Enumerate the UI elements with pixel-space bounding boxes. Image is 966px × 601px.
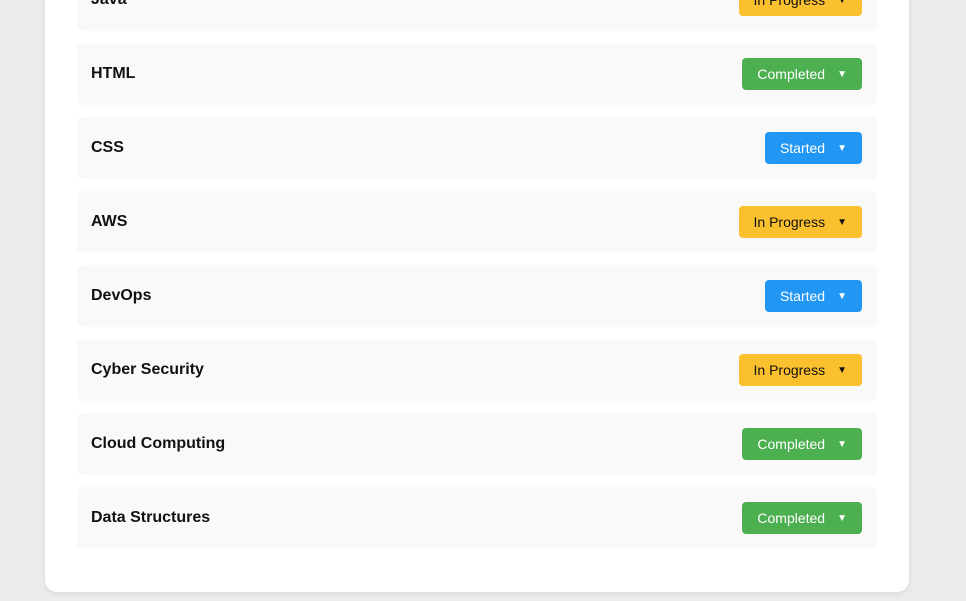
chevron-down-icon: ▼: [837, 438, 847, 450]
status-label: Completed: [757, 510, 826, 526]
chevron-down-icon: ▼: [837, 0, 847, 6]
skill-name: Data Structures: [91, 509, 211, 526]
skill-name: Java: [91, 0, 127, 31]
chevron-down-icon: ▼: [837, 512, 847, 524]
status-label: Started: [779, 288, 826, 304]
chevron-down-icon: ▼: [837, 364, 847, 376]
skill-row-devops: DevOps Started ▼: [77, 265, 877, 327]
skill-row-cloud-computing: Cloud Computing Completed ▼: [77, 413, 877, 475]
status-dropdown[interactable]: Started ▼: [764, 132, 862, 164]
status-dropdown[interactable]: Completed ▼: [742, 428, 862, 460]
skill-row-cyber-security: Cyber Security In Progress ▼: [77, 339, 877, 401]
skill-row-data-structures: Data Structures Completed ▼: [77, 487, 877, 549]
chevron-down-icon: ▼: [837, 290, 847, 302]
skill-row-css: CSS Started ▼: [77, 117, 877, 179]
status-label: Started: [779, 140, 826, 156]
chevron-down-icon: ▼: [837, 216, 847, 228]
chevron-down-icon: ▼: [837, 142, 847, 154]
skill-name: Cloud Computing: [91, 435, 226, 452]
skill-row-html: HTML Completed ▼: [77, 43, 877, 105]
skill-name: DevOps: [91, 287, 152, 304]
status-dropdown[interactable]: Completed ▼: [742, 58, 862, 90]
status-label: In Progress: [753, 0, 826, 8]
status-label: Completed: [757, 66, 826, 82]
skill-name: CSS: [91, 139, 124, 156]
skill-name: HTML: [91, 65, 136, 82]
status-dropdown[interactable]: In Progress ▼: [738, 354, 862, 386]
status-label: In Progress: [753, 362, 826, 378]
status-dropdown[interactable]: In Progress ▼: [738, 0, 862, 16]
status-dropdown[interactable]: Started ▼: [764, 280, 862, 312]
skill-name: Cyber Security: [91, 361, 204, 378]
skill-row-aws: AWS In Progress ▼: [77, 191, 877, 253]
skill-row-java: Java In Progress ▼: [77, 0, 877, 31]
status-dropdown[interactable]: Completed ▼: [742, 502, 862, 534]
status-label: Completed: [757, 436, 826, 452]
status-dropdown[interactable]: In Progress ▼: [738, 206, 862, 238]
status-label: In Progress: [753, 214, 826, 230]
chevron-down-icon: ▼: [837, 68, 847, 80]
skill-name: AWS: [91, 213, 128, 230]
skills-card: Java In Progress ▼ HTML Completed ▼ CSS …: [45, 0, 909, 592]
